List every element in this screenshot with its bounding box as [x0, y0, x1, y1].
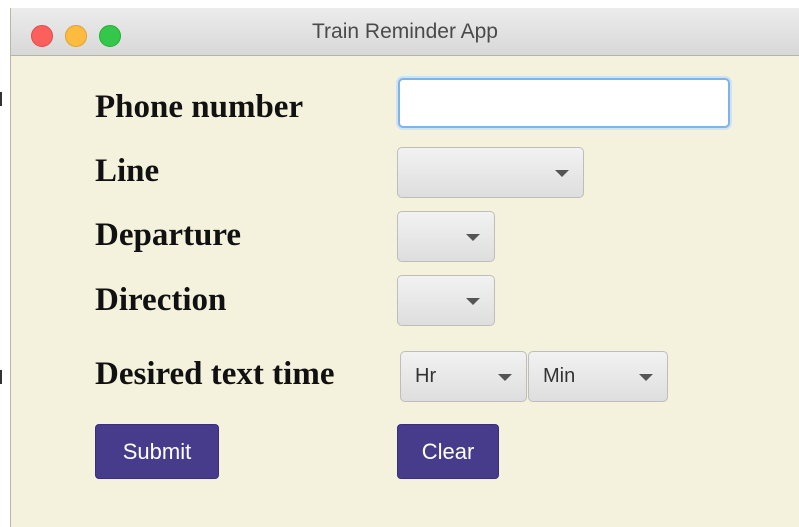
chevron-down-icon: [466, 234, 480, 241]
form-area: Phone number Line Departure Direction De…: [11, 56, 799, 527]
chevron-down-icon: [498, 374, 512, 381]
chevron-down-icon: [466, 298, 480, 305]
minute-select[interactable]: Min: [528, 351, 668, 402]
clear-button[interactable]: Clear: [397, 424, 499, 479]
hour-select[interactable]: Hr: [400, 351, 527, 402]
phone-number-label: Phone number: [95, 89, 304, 125]
hour-select-value: Hr: [415, 365, 437, 387]
direction-select[interactable]: [397, 275, 495, 326]
submit-button[interactable]: Submit: [95, 424, 219, 479]
minute-select-value: Min: [543, 365, 576, 387]
phone-number-input[interactable]: [398, 78, 730, 128]
departure-select[interactable]: [397, 211, 495, 262]
window-edge-mark: [0, 92, 2, 106]
title-bar[interactable]: Train Reminder App: [11, 8, 799, 56]
line-label: Line: [95, 153, 160, 189]
chevron-down-icon: [555, 170, 569, 177]
chevron-down-icon: [639, 374, 653, 381]
departure-label: Departure: [95, 217, 242, 253]
app-window: Train Reminder App Phone number Line Dep…: [10, 8, 799, 527]
direction-label: Direction: [95, 282, 227, 318]
desired-text-time-label: Desired text time: [95, 356, 335, 392]
window-title: Train Reminder App: [312, 20, 498, 43]
line-select[interactable]: [397, 147, 584, 198]
window-edge-mark: [0, 370, 2, 384]
